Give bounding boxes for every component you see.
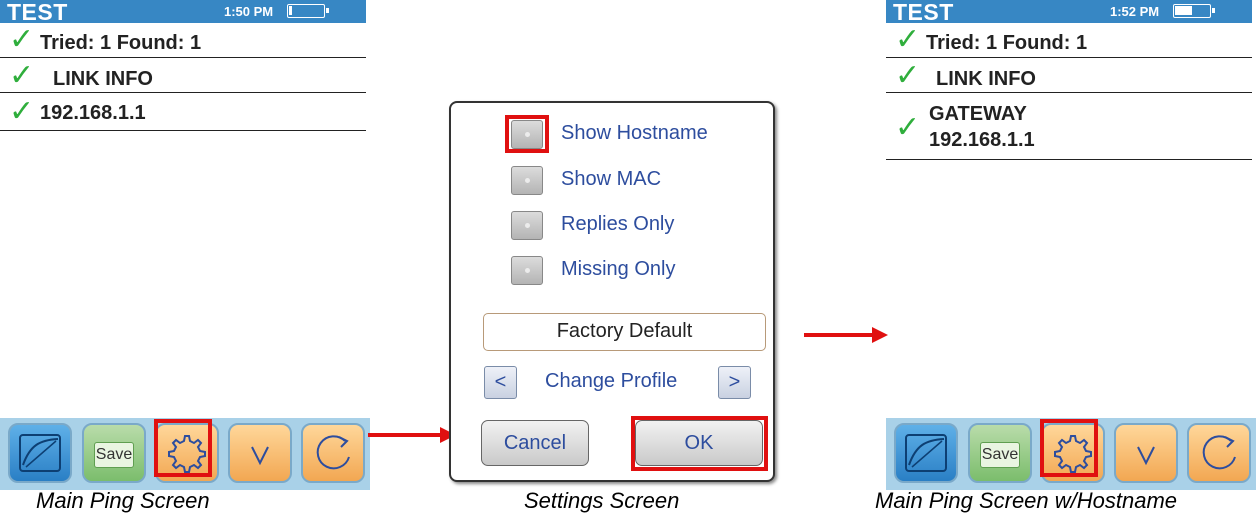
scroll-down-button[interactable] bbox=[1114, 423, 1178, 483]
option-label: Missing Only bbox=[561, 258, 676, 280]
profile-name-field[interactable]: Factory Default bbox=[483, 313, 766, 351]
toolbar: Save bbox=[0, 418, 370, 490]
checkbox[interactable] bbox=[511, 256, 543, 285]
ip-text: 192.168.1.1 bbox=[929, 129, 1035, 151]
caption: Main Ping Screen bbox=[36, 488, 210, 513]
option-label: Replies Only bbox=[561, 213, 675, 235]
result-row-tried[interactable]: ✓ Tried: 1 Found: 1 bbox=[0, 23, 366, 58]
caption: Settings Screen bbox=[524, 488, 680, 513]
highlight-box bbox=[1040, 419, 1098, 477]
row-text: LINK INFO bbox=[936, 68, 1036, 90]
chevron-down-icon bbox=[251, 446, 269, 466]
save-icon: Save bbox=[980, 442, 1020, 468]
prev-profile-button[interactable]: < bbox=[484, 366, 517, 399]
option-label: Show Hostname bbox=[561, 122, 708, 144]
row-text: 192.168.1.1 bbox=[40, 102, 146, 124]
status-bar: TEST 1:50 PM bbox=[0, 0, 366, 25]
main-ping-screen-hostname: TEST 1:52 PM ✓ Tried: 1 Found: 1 ✓ LINK … bbox=[875, 0, 1256, 513]
checkmark-icon: ✓ bbox=[9, 22, 35, 57]
cancel-button[interactable]: Cancel bbox=[481, 420, 589, 466]
save-icon: Save bbox=[94, 442, 134, 468]
row-text: Tried: 1 Found: 1 bbox=[926, 32, 1088, 54]
refresh-button[interactable] bbox=[1187, 423, 1251, 483]
caption: Main Ping Screen w/Hostname bbox=[875, 488, 1178, 513]
result-row-gateway[interactable]: ✓ GATEWAY 192.168.1.1 bbox=[886, 93, 1252, 160]
checkbox[interactable] bbox=[511, 211, 543, 240]
checkmark-icon: ✓ bbox=[9, 58, 35, 93]
highlight-box bbox=[154, 419, 212, 477]
checkmark-icon: ✓ bbox=[895, 110, 921, 145]
checkmark-icon: ✓ bbox=[895, 22, 921, 57]
change-profile-label: Change Profile bbox=[545, 370, 678, 392]
next-profile-button[interactable]: > bbox=[718, 366, 751, 399]
battery-icon bbox=[287, 4, 329, 18]
refresh-button[interactable] bbox=[301, 423, 365, 483]
checkmark-icon: ✓ bbox=[895, 58, 921, 93]
clock: 1:50 PM bbox=[224, 4, 274, 19]
highlight-box bbox=[505, 115, 549, 153]
battery-icon bbox=[1173, 4, 1215, 18]
clock: 1:52 PM bbox=[1110, 4, 1160, 19]
refresh-icon bbox=[316, 435, 350, 470]
result-row-tried[interactable]: ✓ Tried: 1 Found: 1 bbox=[886, 23, 1252, 58]
graph-icon bbox=[19, 434, 61, 472]
graph-icon bbox=[905, 434, 947, 472]
option-label: Show MAC bbox=[561, 168, 662, 190]
result-row-link-info[interactable]: ✓ LINK INFO bbox=[886, 58, 1252, 93]
chevron-down-icon bbox=[1137, 446, 1155, 466]
checkbox[interactable] bbox=[511, 166, 543, 195]
save-button[interactable]: Save bbox=[82, 423, 146, 483]
result-row-link-info[interactable]: ✓ LINK INFO bbox=[0, 58, 366, 93]
refresh-icon bbox=[1202, 435, 1236, 470]
row-text: LINK INFO bbox=[53, 68, 153, 90]
graph-button[interactable] bbox=[8, 423, 72, 483]
main-ping-screen: TEST 1:50 PM ✓ Tried: 1 Found: 1 ✓ LINK … bbox=[0, 0, 370, 513]
row-text: Tried: 1 Found: 1 bbox=[40, 32, 202, 54]
checkmark-icon: ✓ bbox=[9, 94, 35, 129]
toolbar: Save bbox=[886, 418, 1256, 490]
arrow-icon bbox=[368, 427, 456, 443]
scroll-down-button[interactable] bbox=[228, 423, 292, 483]
highlight-box bbox=[631, 416, 768, 471]
result-row-gateway[interactable]: ✓ 192.168.1.1 bbox=[0, 93, 366, 131]
save-button[interactable]: Save bbox=[968, 423, 1032, 483]
status-bar: TEST 1:52 PM bbox=[886, 0, 1252, 25]
settings-dialog: Show Hostname Show MAC Replies Only Miss… bbox=[449, 101, 775, 482]
graph-button[interactable] bbox=[894, 423, 958, 483]
hostname-text: GATEWAY bbox=[929, 103, 1027, 125]
arrow-icon bbox=[804, 327, 888, 343]
